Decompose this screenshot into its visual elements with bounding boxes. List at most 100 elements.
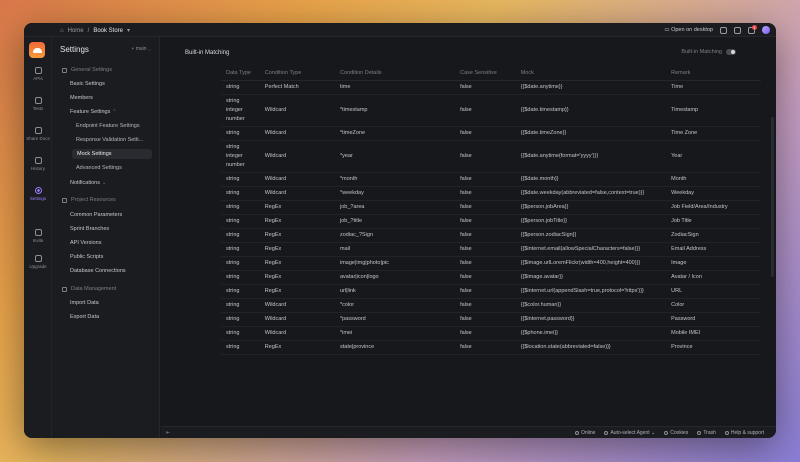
rail-history[interactable]: History <box>24 157 52 171</box>
sidebar-item-endpoint-feature[interactable]: Endpoint Feature Settings <box>76 123 140 129</box>
bell-icon[interactable]: 1 <box>748 24 757 34</box>
cell-data-type: string <box>221 242 265 257</box>
cell-remark: Time Zone <box>671 126 761 141</box>
matching-table: Data Type Condition Type Condition Detai… <box>221 66 761 355</box>
cell-condition-details: *timeZone <box>339 126 461 141</box>
cell-case-sensitive: false <box>460 326 521 341</box>
rail-invite[interactable]: Invite <box>24 229 52 243</box>
rail-apis[interactable]: APIs <box>24 67 52 81</box>
cell-condition-details: image|img|photo|pic <box>339 256 461 271</box>
status-bar: ⇤ Online Auto-select Agent ⌄ Cookies Tra… <box>161 426 776 438</box>
table-row[interactable]: string RegEx state|province false {{$locatio… <box>221 340 761 355</box>
table-row[interactable]: string Wildcard *month false {{$date.month}}… <box>221 172 761 187</box>
section-general-label: General Settings <box>71 67 112 73</box>
cell-condition-details: *month <box>339 172 461 187</box>
help-icon <box>724 430 729 435</box>
table-row[interactable]: string RegEx job_?title false {{$person.jobT… <box>221 214 761 229</box>
user-avatar[interactable] <box>762 26 770 34</box>
cell-condition-details: avatar|icon|logo <box>339 270 461 285</box>
online-status[interactable]: Online <box>574 430 595 436</box>
table-row[interactable]: string Wildcard *weekday false {{$date.weekd… <box>221 186 761 201</box>
sidebar-item-import-data[interactable]: Import Data <box>70 300 99 306</box>
rail-upgrade[interactable]: Upgrade <box>24 255 52 269</box>
cell-mock: {{$location.state(abbreviated=false)}} <box>520 340 672 355</box>
cell-data-type: string integer number <box>221 94 265 127</box>
rail-tests[interactable]: Tests <box>24 97 52 111</box>
main-panel: Built-in Matching Built-in Matching Data… <box>161 37 776 426</box>
table-row[interactable]: string integer number Wildcard *timestamp f… <box>221 94 761 127</box>
sidebar-item-sprint-branches[interactable]: Sprint Branches <box>70 226 109 232</box>
breadcrumb-project[interactable]: Book Store <box>93 28 123 34</box>
sidebar-item-notifications[interactable]: Notifications ⌄ <box>70 180 106 186</box>
cell-case-sensitive: false <box>460 340 521 355</box>
home-icon[interactable]: ⌂ <box>60 28 64 34</box>
gear-icon[interactable] <box>734 26 741 34</box>
refresh-icon[interactable] <box>720 26 727 34</box>
built-in-matching-toggle[interactable]: Built-in Matching <box>681 49 736 55</box>
table-row[interactable]: string RegEx image|img|photo|pic false {{$im… <box>221 256 761 271</box>
toggle-switch[interactable] <box>726 49 736 55</box>
rail-share-docs[interactable]: Share Docs <box>24 127 52 141</box>
top-actions: ▭ Open on desktop 1 <box>664 24 770 34</box>
column-header: Condition Type <box>264 66 340 81</box>
sidebar-item-api-versions[interactable]: API Versions <box>70 240 102 246</box>
cell-mock: {{$date.timestamp}} <box>520 94 672 127</box>
table-row[interactable]: string Wildcard *color false {{$color.human}… <box>221 298 761 313</box>
table-header: Data Type Condition Type Condition Detai… <box>221 66 761 81</box>
table-row[interactable]: string Wildcard *imei false {{$phone.imei}} M… <box>221 326 761 341</box>
cell-condition-details: *weekday <box>339 186 461 201</box>
cell-data-type: string <box>221 186 265 201</box>
help-label: Help & support <box>730 430 764 436</box>
table-row[interactable]: string Wildcard *timeZone false {{$date.time… <box>221 126 761 141</box>
collapse-sidebar-icon[interactable]: ⇤ <box>166 430 170 436</box>
column-header: Case Sensitive <box>460 66 521 81</box>
table-row[interactable]: string RegEx url|link false {{$internet.url(… <box>221 284 761 299</box>
table-row[interactable]: string Perfect Match time false {{$date.anyt… <box>221 80 761 95</box>
sidebar-item-response-validation[interactable]: Response Validation Setti... <box>76 137 143 143</box>
open-desktop-button[interactable]: ▭ Open on desktop <box>664 27 713 33</box>
table-row[interactable]: string integer number Wildcard *year false{… <box>221 140 761 173</box>
sidebar-item-advanced-settings[interactable]: Advanced Settings <box>76 165 122 171</box>
cell-mock: {{$phone.imei}} <box>520 326 672 341</box>
sidebar-item-feature-settings[interactable]: Feature Settings ⌃ <box>70 109 117 115</box>
sidebar-item-members[interactable]: Members <box>70 95 93 101</box>
sidebar-item-basic-settings[interactable]: Basic Settings <box>70 81 105 87</box>
table-row[interactable]: string RegEx zodiac_?Sign false {{$person.zo… <box>221 228 761 243</box>
cell-condition-details: job_?title <box>339 214 461 229</box>
branch-selector[interactable]: ⑂ main ⌄ <box>131 46 151 52</box>
breadcrumb-home[interactable]: Home <box>68 28 84 34</box>
page-title: Built-in Matching <box>185 50 230 56</box>
trash-button[interactable]: Trash <box>697 430 716 436</box>
chevron-up-icon: ⌃ <box>112 109 117 115</box>
sidebar-item-public-scripts[interactable]: Public Scripts <box>70 254 103 260</box>
rail-settings-label: Settings <box>29 196 47 201</box>
table-row[interactable]: string RegEx job_?area false {{$person.jobAr… <box>221 200 761 215</box>
sidebar-item-database-connections[interactable]: Database Connections <box>70 268 126 274</box>
sidebar-item-mock-settings[interactable]: Mock Settings <box>72 149 152 159</box>
cell-condition-type: Wildcard <box>264 186 340 201</box>
sidebar-item-export-data[interactable]: Export Data <box>70 314 99 320</box>
cell-case-sensitive: false <box>460 228 521 243</box>
agent-selector[interactable]: Auto-select Agent ⌄ <box>604 430 655 436</box>
cookies-button[interactable]: Cookies <box>664 430 688 436</box>
feature-settings-label: Feature Settings <box>70 109 111 115</box>
cell-case-sensitive: false <box>460 214 521 229</box>
rail-settings[interactable]: Settings <box>24 187 52 201</box>
table-row[interactable]: string Wildcard *password false {{$internet.… <box>221 312 761 327</box>
column-header: Remark <box>671 66 761 81</box>
help-button[interactable]: Help & support <box>724 430 764 436</box>
cell-condition-details: mail <box>339 242 461 257</box>
table-row[interactable]: string RegEx avatar|icon|logo false {{$image… <box>221 270 761 285</box>
scrollbar[interactable] <box>771 117 774 277</box>
cell-condition-type: Wildcard <box>264 94 340 127</box>
cell-mock: {{$date.month}} <box>520 172 672 187</box>
sidebar-item-common-parameters[interactable]: Common Parameters <box>70 212 122 218</box>
rail-tests-label: Tests <box>32 106 44 111</box>
toggle-label: Built-in Matching <box>681 49 722 55</box>
cell-remark: Avatar / Icon <box>671 270 761 285</box>
cell-condition-type: Wildcard <box>264 140 340 173</box>
chevron-down-icon[interactable]: ▾ <box>127 27 130 34</box>
section-data-management: Data Management <box>62 286 116 292</box>
table-row[interactable]: string RegEx mail false {{$internet.email(al… <box>221 242 761 257</box>
cell-case-sensitive: false <box>460 298 521 313</box>
